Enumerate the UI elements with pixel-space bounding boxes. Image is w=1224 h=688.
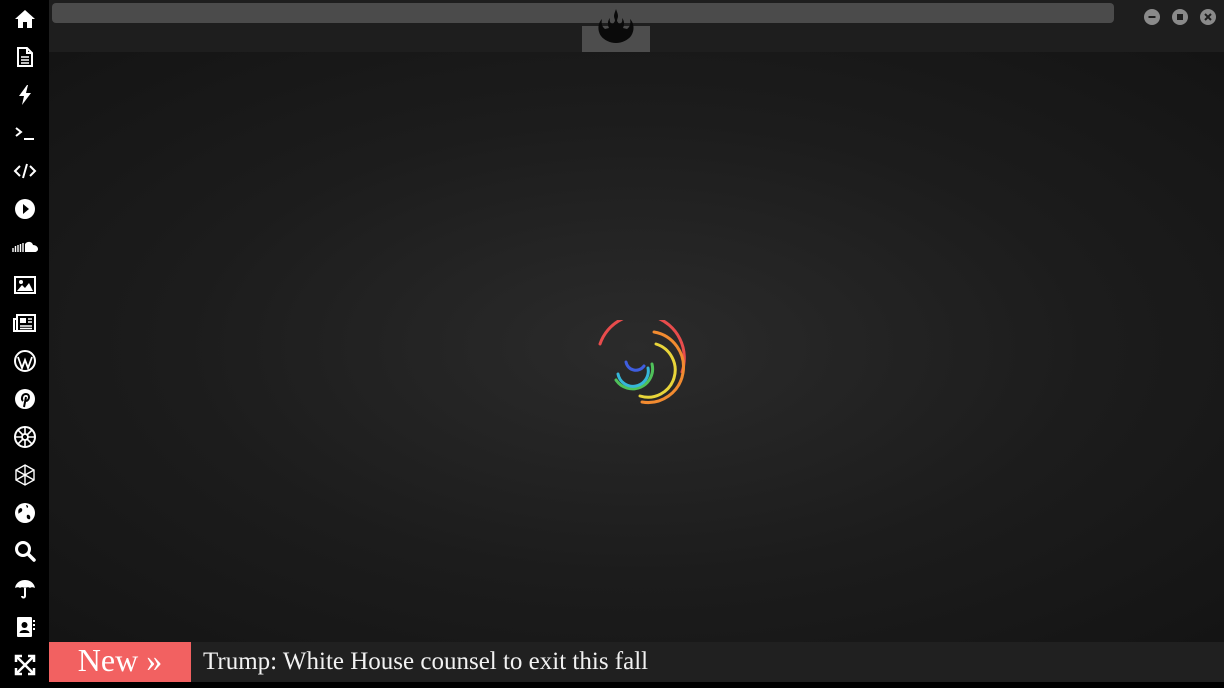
ticker-headline[interactable]: Trump: White House counsel to exit this …	[203, 642, 648, 682]
maximize-button[interactable]	[1172, 9, 1188, 25]
bottom-strip	[49, 682, 1224, 688]
fullscreen-icon	[14, 654, 35, 676]
image-icon	[13, 276, 36, 294]
loading-spinner	[598, 320, 686, 404]
home-icon	[14, 10, 35, 28]
sidebar-item-home[interactable]	[0, 0, 49, 38]
soundcloud-icon	[11, 241, 38, 252]
address-bar[interactable]	[52, 3, 1114, 23]
sidebar	[0, 0, 49, 688]
minimize-button[interactable]	[1144, 9, 1160, 25]
umbrella-icon	[14, 580, 35, 599]
maximize-icon	[1177, 14, 1183, 20]
top-bar	[49, 0, 1224, 52]
sidebar-item-code[interactable]	[0, 152, 49, 190]
sidebar-item-play[interactable]	[0, 190, 49, 228]
close-button[interactable]	[1200, 9, 1216, 25]
main-content	[49, 52, 1224, 642]
sidebar-item-globe[interactable]	[0, 494, 49, 532]
sidebar-item-news[interactable]	[0, 304, 49, 342]
play-icon	[14, 199, 35, 219]
sidebar-item-terminal[interactable]	[0, 114, 49, 152]
sidebar-item-soundcloud[interactable]	[0, 228, 49, 266]
galactic-empire-icon	[13, 426, 36, 448]
document-icon	[16, 47, 33, 67]
sidebar-item-fullscreen[interactable]	[0, 646, 49, 684]
ticker-badge[interactable]: New »	[49, 642, 191, 682]
minimize-icon	[1148, 16, 1156, 18]
code-icon	[13, 163, 36, 179]
sidebar-item-search[interactable]	[0, 532, 49, 570]
sidebar-item-hexagon[interactable]	[0, 456, 49, 494]
lightning-icon	[18, 85, 31, 105]
close-icon	[1204, 13, 1212, 21]
sidebar-item-empire[interactable]	[0, 418, 49, 456]
news-ticker: New » Trump: White House counsel to exit…	[49, 642, 1224, 682]
search-icon	[14, 541, 36, 562]
sidebar-item-image[interactable]	[0, 266, 49, 304]
sidebar-item-pinterest[interactable]	[0, 380, 49, 418]
sidebar-item-document[interactable]	[0, 38, 49, 76]
contacts-icon	[16, 617, 35, 637]
rebel-alliance-icon	[598, 9, 634, 43]
sidebar-item-umbrella[interactable]	[0, 570, 49, 608]
terminal-icon	[14, 127, 34, 140]
sidebar-item-wordpress[interactable]	[0, 342, 49, 380]
newspaper-icon	[12, 314, 36, 332]
sidebar-item-contacts[interactable]	[0, 608, 49, 646]
globe-icon	[14, 503, 35, 523]
pinterest-icon	[14, 389, 35, 409]
wordpress-icon	[13, 350, 36, 372]
sidebar-item-lightning[interactable]	[0, 76, 49, 114]
hexagon-network-icon	[14, 464, 35, 486]
